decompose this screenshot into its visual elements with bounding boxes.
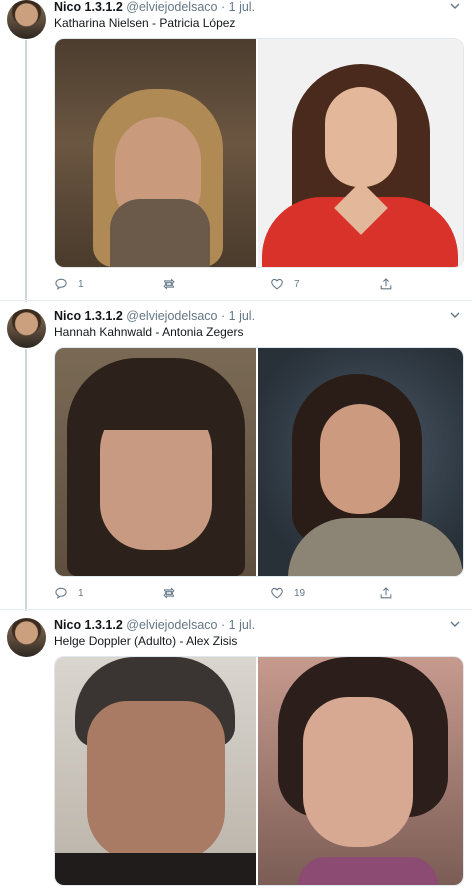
tweet-header: Nico 1.3.1.2 @elviejodelsaco · 1 jul. [54,0,255,15]
tweet-divider [0,609,472,610]
tweet-header: Nico 1.3.1.2 @elviejodelsaco · 1 jul. [54,309,255,324]
author-name[interactable]: Nico 1.3.1.2 [54,0,123,14]
tweet-actions: 1 19 [54,586,462,602]
share-button[interactable] [379,586,403,600]
reply-icon [55,278,67,290]
media-photo-left[interactable] [55,348,256,576]
chevron-down-icon[interactable] [447,616,463,632]
retweet-icon [163,278,175,290]
retweet-button[interactable] [162,277,192,291]
media-photo-left[interactable] [55,657,256,885]
tweet[interactable]: Nico 1.3.1.2 @elviejodelsaco · 1 jul. Ka… [0,0,472,300]
tweet-divider [0,300,472,301]
tweet-header: Nico 1.3.1.2 @elviejodelsaco · 1 jul. [54,618,255,633]
reply-icon [55,587,67,599]
separator-dot: · [220,309,226,323]
tweet-text: Hannah Kahnwald - Antonia Zegers [54,325,244,339]
media-photo-left[interactable] [55,39,256,267]
chevron-down-icon[interactable] [447,0,463,14]
author-handle[interactable]: @elviejodelsaco [126,0,217,14]
share-icon [380,587,392,599]
separator-dot: · [220,618,226,632]
media-photo-right[interactable] [256,657,463,885]
tweet-actions: 1 7 [54,277,462,293]
author-name[interactable]: Nico 1.3.1.2 [54,618,123,632]
avatar[interactable] [7,618,46,657]
tweet[interactable]: Nico 1.3.1.2 @elviejodelsaco · 1 jul. He… [0,618,472,890]
reply-button[interactable]: 1 [54,586,84,600]
media-photo-right[interactable] [256,39,463,267]
author-name[interactable]: Nico 1.3.1.2 [54,309,123,323]
reply-button[interactable]: 1 [54,277,84,291]
avatar[interactable] [7,309,46,348]
chevron-down-icon[interactable] [447,307,463,323]
tweet-date[interactable]: 1 jul. [229,309,255,323]
reply-count: 1 [78,587,84,599]
tweet[interactable]: Nico 1.3.1.2 @elviejodelsaco · 1 jul. Ha… [0,309,472,609]
share-button[interactable] [379,277,403,291]
retweet-icon [163,587,175,599]
author-handle[interactable]: @elviejodelsaco [126,309,217,323]
like-button[interactable]: 19 [270,586,305,600]
media-photo-right[interactable] [256,348,463,576]
tweet-date[interactable]: 1 jul. [229,0,255,14]
author-handle[interactable]: @elviejodelsaco [126,618,217,632]
tweet-text: Helge Doppler (Adulto) - Alex Zisis [54,634,238,648]
avatar[interactable] [7,0,46,39]
separator-dot: · [220,0,226,14]
tweet-date[interactable]: 1 jul. [229,618,255,632]
like-count: 19 [294,587,306,599]
retweet-button[interactable] [162,586,192,600]
reply-count: 1 [78,278,84,290]
like-count: 7 [294,278,300,290]
share-icon [380,278,392,290]
like-icon [271,278,283,290]
tweet-text: Katharina Nielsen - Patricia López [54,16,236,30]
like-button[interactable]: 7 [270,277,300,291]
tweet-media[interactable] [54,38,464,268]
tweet-media[interactable] [54,347,464,577]
tweet-media[interactable] [54,656,464,886]
like-icon [271,587,283,599]
